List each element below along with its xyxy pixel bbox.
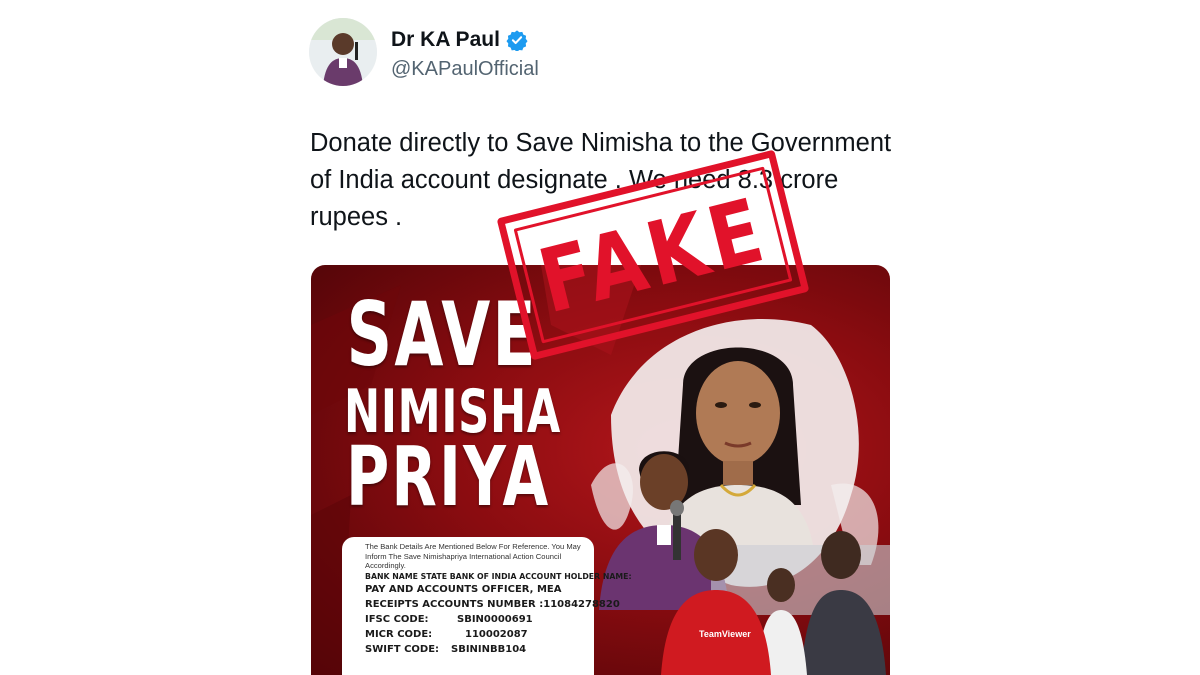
poster-title-priya: PRIYA (346, 430, 551, 525)
ifsc-label: IFSC CODE: (365, 613, 429, 625)
bank-details-card: The Bank Details Are Mentioned Below For… (342, 537, 632, 675)
user-handle[interactable]: @KAPaulOfficial (391, 58, 539, 81)
receipts-account-number: RECEIPTS ACCOUNTS NUMBER :11084278820 (365, 598, 620, 610)
micr-label: MICR CODE: (365, 628, 433, 640)
micr-code-row: MICR CODE: 110002087 (365, 627, 585, 642)
display-name[interactable]: Dr KA Paul (391, 28, 500, 52)
avatar-photo (309, 18, 377, 86)
avatar[interactable] (309, 18, 377, 86)
swift-value: SBININBB104 (451, 643, 527, 655)
ifsc-code-row: IFSC CODE: SBIN0000691 (365, 612, 585, 627)
micr-value: 110002087 (465, 628, 528, 640)
bank-name-line: BANK NAME STATE BANK OF INDIA ACCOUNT HO… (365, 571, 632, 581)
bank-details-note: The Bank Details Are Mentioned Below For… (365, 542, 581, 570)
ifsc-value: SBIN0000691 (457, 613, 533, 625)
author-name-row: Dr KA Paul (391, 28, 528, 52)
verified-badge-icon (506, 30, 528, 51)
family-group-photo (661, 529, 890, 675)
poster-title-save: SAVE (346, 283, 538, 386)
swift-label: SWIFT CODE: (365, 643, 440, 655)
jersey-sponsor-text: TeamViewer (699, 629, 751, 639)
account-holder: PAY AND ACCOUNTS OFFICER, MEA (365, 583, 562, 595)
swift-code-row: SWIFT CODE: SBININBB104 (365, 642, 585, 657)
